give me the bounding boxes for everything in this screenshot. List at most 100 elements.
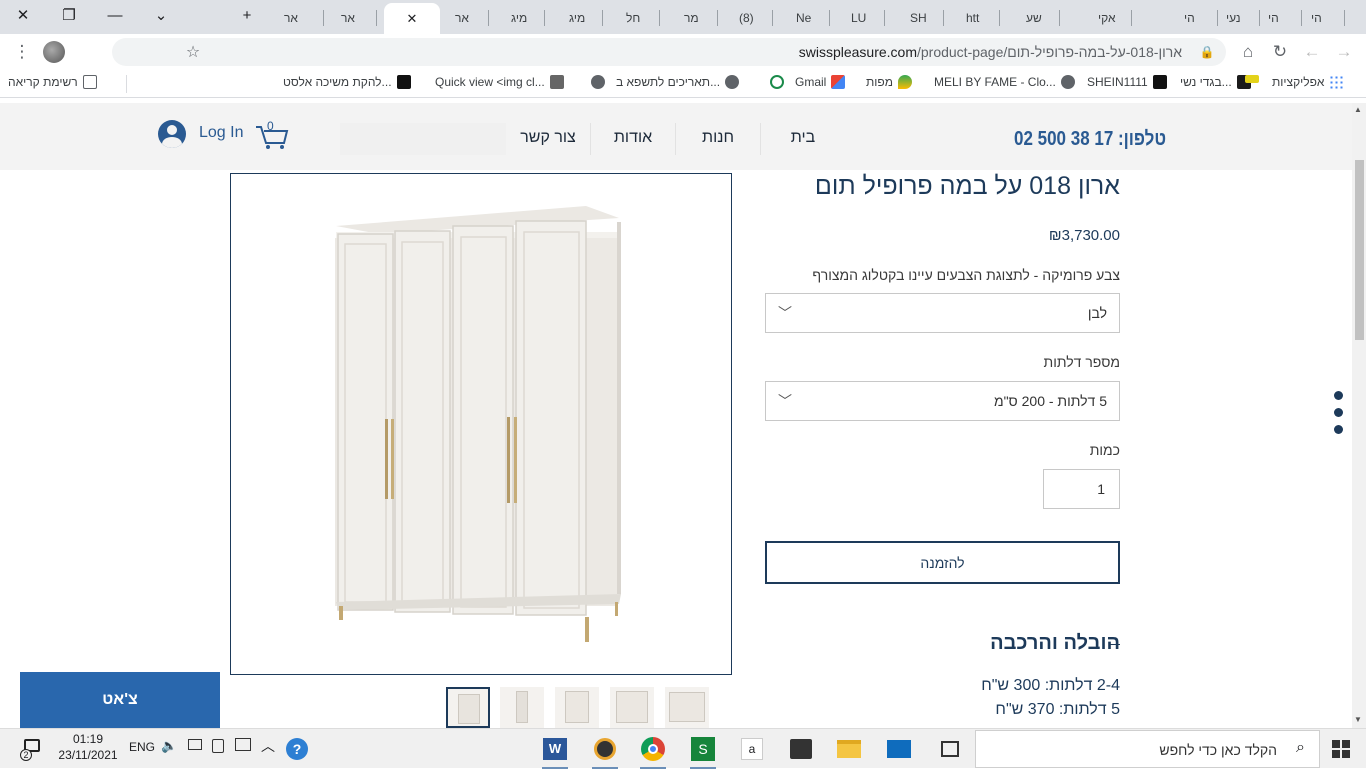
store-icon[interactable] — [786, 734, 816, 764]
product-main-image[interactable] — [230, 173, 732, 675]
reload-icon[interactable]: ↻ — [1266, 38, 1294, 66]
delivery-section-toggle[interactable]: הובלה והרכבה — [990, 632, 1120, 655]
new-tab-plus-icon[interactable]: + — [224, 0, 270, 30]
device-icon[interactable] — [212, 739, 224, 753]
browser-tab[interactable]: נעי — [1220, 5, 1260, 30]
page-anchor-dot[interactable] — [1334, 391, 1343, 400]
login-link[interactable]: Log In — [199, 124, 243, 142]
browser-tab[interactable]: LU — [845, 5, 885, 30]
doors-select[interactable]: 5 דלתות - 200 ס"מ ﹀ — [765, 381, 1120, 421]
bookmark-item-2[interactable]: SHEIN1111 — [1087, 75, 1167, 89]
clock[interactable]: 01:19 23/11/2021 — [58, 732, 118, 762]
forward-arrow-icon[interactable]: ← — [1298, 38, 1326, 66]
apps-button[interactable]: אפליקציות — [1272, 75, 1344, 89]
browser-tab[interactable]: אר — [449, 5, 489, 30]
profile-avatar[interactable] — [40, 38, 68, 66]
url-text[interactable]: swisspleasure.com/product-page/ארון-018-… — [799, 44, 1182, 60]
browser-tab[interactable]: Ne — [790, 5, 830, 30]
browser-tab[interactable]: אקי — [1092, 5, 1132, 30]
apps-label: אפליקציות — [1272, 75, 1325, 89]
bookmark-maps[interactable]: מפות — [866, 75, 912, 89]
task-view-icon[interactable] — [935, 734, 965, 764]
windows-start-icon[interactable] — [1332, 740, 1350, 758]
cart-button[interactable]: 0 — [254, 117, 290, 151]
wix-bookmark[interactable] — [765, 75, 784, 89]
menu-kebab-icon[interactable]: ⋮ — [8, 38, 36, 66]
mail-icon[interactable] — [884, 734, 914, 764]
tab-label: מיג — [511, 10, 528, 25]
bookmark-item-3[interactable]: MELI BY FAME - Clo... — [934, 75, 1075, 89]
amazon-icon[interactable]: a — [737, 734, 767, 764]
product-thumbnail-1[interactable] — [446, 687, 490, 728]
nav-about[interactable]: אודות — [591, 123, 675, 155]
browser-tab[interactable]: מיג — [505, 5, 545, 30]
volume-icon[interactable]: 🔈 — [161, 738, 177, 754]
nav-home[interactable]: בית — [761, 123, 845, 155]
nav-shop[interactable]: חנות — [676, 123, 760, 155]
scrollbar-thumb[interactable] — [1355, 160, 1364, 340]
browser-tab[interactable]: חל — [620, 5, 660, 30]
browser-tab[interactable]: הי — [1178, 5, 1218, 30]
scroll-down-arrow-icon[interactable]: ▼ — [1354, 715, 1362, 724]
quantity-value: 1 — [1097, 481, 1105, 497]
nav-contact[interactable]: צור קשר — [506, 123, 590, 155]
word-app-icon[interactable]: W — [540, 734, 570, 769]
minimize-window-icon[interactable]: — — [92, 0, 138, 30]
product-thumbnail-4[interactable] — [610, 687, 654, 728]
browser-tab[interactable]: אר — [278, 5, 324, 30]
browser-tab[interactable]: מר — [678, 5, 718, 30]
chrome-icon[interactable] — [638, 734, 668, 769]
spreadsheet-app-icon[interactable]: S — [688, 734, 718, 769]
bookmark-star-icon[interactable]: ☆ — [180, 38, 206, 66]
page-anchor-dot[interactable] — [1334, 408, 1343, 417]
back-arrow-icon[interactable]: → — [1330, 38, 1358, 66]
browser-tab[interactable]: htt — [960, 5, 1000, 30]
tab-label: Ne — [796, 10, 812, 25]
product-thumbnail-5[interactable] — [665, 687, 709, 728]
battery-icon[interactable] — [188, 739, 202, 750]
language-indicator[interactable]: ENG — [129, 740, 155, 754]
windows-taskbar: 2 01:19 23/11/2021 ENG 🔈 ︿ ? W S a הקלד … — [0, 728, 1366, 769]
browser-tab[interactable]: הי — [1305, 5, 1345, 30]
bookmark-label: Quick view <img cl... — [435, 75, 545, 89]
network-icon[interactable] — [235, 738, 251, 751]
globe-bookmark[interactable] — [586, 75, 605, 89]
close-tab-icon[interactable]: ✕ — [407, 11, 418, 27]
address-bar[interactable]: ☆ swisspleasure.com/product-page/ארון-01… — [112, 38, 1226, 66]
bookmark-item-4[interactable]: תאריכים לתשפא ב... — [616, 75, 740, 89]
browser-tab[interactable]: SH — [904, 5, 944, 30]
help-icon[interactable]: ? — [286, 738, 308, 760]
close-window-icon[interactable]: ✕ — [0, 0, 46, 30]
file-explorer-icon[interactable] — [834, 734, 864, 764]
scroll-up-arrow-icon[interactable]: ▲ — [1354, 105, 1362, 114]
page-scrollbar[interactable]: ▲ ▼ — [1352, 103, 1366, 728]
user-avatar-icon[interactable] — [158, 120, 186, 148]
media-player-icon[interactable] — [590, 734, 620, 769]
home-icon[interactable]: ⌂ — [1234, 38, 1262, 66]
active-tab[interactable]: ✕ — [384, 3, 440, 34]
collapse-minus-icon[interactable] — [1110, 644, 1120, 645]
restore-window-icon[interactable]: ❐ — [46, 0, 92, 30]
browser-tab[interactable]: מיג — [563, 5, 603, 30]
page-anchor-dot[interactable] — [1334, 425, 1343, 434]
chat-button[interactable]: צ'אט — [20, 672, 220, 728]
browser-tab[interactable]: אר — [335, 5, 377, 30]
bookmark-battery[interactable] — [1240, 75, 1259, 83]
lock-icon[interactable]: 🔒 — [1194, 38, 1220, 66]
notifications-button[interactable]: 2 — [20, 739, 42, 761]
product-thumbnail-2[interactable] — [500, 687, 544, 728]
taskbar-search-box[interactable]: הקלד כאן כדי לחפש ⌕ — [975, 730, 1320, 768]
bookmark-item-5[interactable]: Quick view <img cl... — [435, 75, 564, 89]
browser-tab[interactable]: שע — [1020, 5, 1060, 30]
show-hidden-icons-chevron-icon[interactable]: ︿ — [261, 736, 275, 756]
reading-list-button[interactable]: רשימת קריאה — [8, 75, 97, 89]
browser-tab[interactable]: (8) — [733, 5, 773, 30]
tab-search-chevron-icon[interactable]: ⌄ — [138, 0, 184, 30]
color-select[interactable]: לבן ﹀ — [765, 293, 1120, 333]
product-thumbnail-3[interactable] — [555, 687, 599, 728]
quantity-input[interactable]: 1 — [1043, 469, 1120, 509]
bookmark-gmail[interactable]: Gmail — [795, 75, 846, 89]
order-button[interactable]: להזמנה — [765, 541, 1120, 584]
browser-tab[interactable]: הי — [1262, 5, 1302, 30]
bookmark-item-6[interactable]: להקת משיכה אלסט... — [283, 75, 411, 89]
